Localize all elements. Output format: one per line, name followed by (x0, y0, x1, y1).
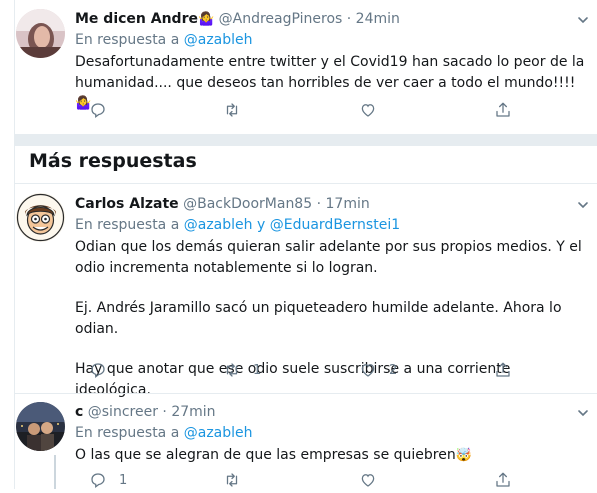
reply-mention-link[interactable]: @azableh (184, 217, 253, 233)
author-name[interactable]: Me dicen Andre (75, 11, 198, 27)
reply-button[interactable] (89, 101, 107, 119)
share-icon (496, 362, 510, 377)
author-name[interactable]: c (75, 404, 83, 420)
chevron-down-icon[interactable] (577, 14, 589, 26)
reply-mention-link[interactable]: @azableh (184, 32, 253, 48)
tweet-text-line: Desafortunadamente entre twitter y el Co… (75, 54, 585, 91)
tweet-actions: 1 2 (75, 361, 525, 383)
share-button[interactable] (494, 361, 512, 379)
reply-mention-link[interactable]: @azableh (184, 425, 253, 441)
timestamp[interactable]: 24min (356, 11, 400, 27)
thread-line (54, 455, 56, 489)
tweet-actions (75, 101, 525, 123)
replying-to-label: En respuesta a (75, 217, 180, 233)
replying-to-label: En respuesta a (75, 32, 180, 48)
reply-button[interactable]: 1 (89, 471, 127, 489)
retweet-count: 1 (253, 362, 262, 378)
separator-dot: · (316, 196, 322, 212)
section-gap (15, 135, 597, 145)
author-handle[interactable]: @BackDoorMan85 (183, 196, 312, 212)
tweet-text: O las que se alegran de que las empresas… (75, 445, 589, 467)
heart-icon (361, 104, 375, 117)
tweet-text-line: O las que se alegran de que las empresas… (75, 447, 456, 463)
retweet-icon (226, 473, 238, 487)
reply-icon (91, 363, 105, 379)
retweet-button[interactable] (223, 471, 241, 489)
share-icon (496, 102, 510, 117)
separator-dot: · (346, 11, 352, 27)
reply-mention-link[interactable]: @EduardBernstei1 (270, 217, 400, 233)
like-button[interactable] (359, 101, 377, 119)
retweet-button[interactable]: 1 (223, 361, 261, 379)
separator-dot: · (162, 404, 167, 420)
share-icon (496, 472, 510, 487)
share-button[interactable] (494, 471, 512, 489)
chevron-down-icon[interactable] (577, 407, 589, 419)
like-button[interactable]: 2 (359, 361, 397, 379)
section-title: Más respuestas (29, 150, 197, 172)
timestamp[interactable]: 17min (326, 196, 370, 212)
tweet-paragraph: Odian que los demás quieran salir adelan… (75, 239, 582, 276)
divider (15, 183, 597, 184)
reply-button[interactable] (89, 361, 119, 379)
reply-count: 1 (119, 472, 128, 488)
text-emoji: 🤯 (455, 448, 472, 463)
divider (15, 393, 597, 394)
chevron-down-icon[interactable] (577, 199, 589, 211)
avatar[interactable] (16, 9, 65, 58)
name-emoji: 🤷‍♀️ (197, 12, 215, 27)
avatar[interactable] (16, 402, 65, 451)
timestamp[interactable]: 27min (171, 404, 215, 420)
reply-conjunction: y (256, 217, 266, 233)
replying-to-label: En respuesta a (75, 425, 180, 441)
reply-icon (91, 103, 105, 119)
heart-icon (361, 364, 375, 377)
author-handle[interactable]: @sincreer (88, 404, 158, 420)
like-count: 2 (389, 362, 398, 378)
retweet-button[interactable] (223, 101, 241, 119)
retweet-icon (226, 363, 238, 377)
timeline-border (14, 0, 15, 489)
heart-icon (361, 474, 375, 487)
share-button[interactable] (494, 101, 512, 119)
like-button[interactable] (359, 471, 377, 489)
tweet-actions: 1 (75, 471, 525, 493)
avatar[interactable] (16, 193, 65, 242)
retweet-icon (226, 103, 238, 117)
tweet-paragraph: Ej. Andrés Jaramillo sacó un piqueteader… (75, 300, 562, 337)
author-handle[interactable]: @AndreagPineros (219, 11, 343, 27)
divider (15, 145, 597, 146)
reply-icon (91, 473, 105, 489)
author-name[interactable]: Carlos Alzate (75, 196, 179, 212)
